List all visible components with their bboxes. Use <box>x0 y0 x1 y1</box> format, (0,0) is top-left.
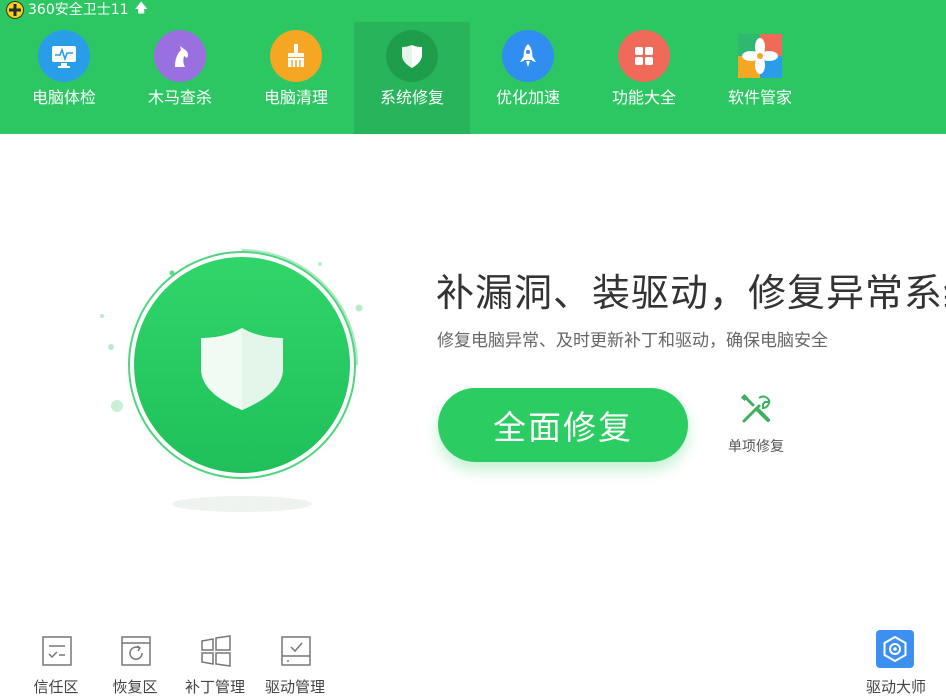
nav-item-trojan-scan[interactable]: 木马查杀 <box>122 22 238 134</box>
driver-master-label: 驱动大师 <box>865 678 926 696</box>
nav-item-software-manager[interactable]: 软件管家 <box>702 22 818 134</box>
single-repair-label: 单项修复 <box>728 439 784 455</box>
nav-label: 软件管家 <box>727 88 792 107</box>
nav-label: 优化加速 <box>495 88 560 107</box>
horse-icon <box>154 30 206 82</box>
single-repair-button[interactable]: 单项修复 <box>720 392 792 456</box>
nav-item-system-repair[interactable]: 系统修复 <box>354 22 470 134</box>
nav-item-speedup[interactable]: 优化加速 <box>470 22 586 134</box>
broom-icon <box>270 30 322 82</box>
full-repair-button[interactable]: 全面修复 <box>438 388 688 462</box>
bottom-tool-label: 信任区 <box>33 678 79 696</box>
driver-icon <box>281 636 311 666</box>
repair-shield-illustration <box>100 242 367 512</box>
bottom-tool-label: 恢复区 <box>112 678 158 696</box>
bottom-tool-label: 驱动管理 <box>264 678 325 696</box>
monitor-icon <box>38 30 90 82</box>
driver-master-button[interactable]: 驱动大师 <box>856 630 936 696</box>
nav-label: 功能大全 <box>611 88 676 107</box>
grid-icon <box>618 30 670 82</box>
nav-item-checkup[interactable]: 电脑体检 <box>6 22 122 134</box>
title-bar: 360安全卫士11 🡅 <box>6 0 148 20</box>
update-arrow-icon[interactable]: 🡅 <box>135 0 148 21</box>
nav-item-cleanup[interactable]: 电脑清理 <box>238 22 354 134</box>
app-logo-icon <box>6 1 24 19</box>
rocket-icon <box>502 30 554 82</box>
tools-icon <box>740 393 771 423</box>
top-bar: 360安全卫士11 🡅 电脑体检 木马查杀 电脑清理 系统修复 优化加速 功能大… <box>0 0 946 134</box>
patch-management-button[interactable]: 补丁管理 <box>175 634 255 696</box>
driver-management-button[interactable]: 驱动管理 <box>255 634 335 696</box>
windows-icon <box>201 635 231 667</box>
app-title: 360安全卫士11 <box>28 2 129 18</box>
restore-icon <box>121 636 151 666</box>
shield-icon <box>386 30 438 82</box>
nav-item-features[interactable]: 功能大全 <box>586 22 702 134</box>
page-subtitle: 修复电脑异常、及时更新补丁和驱动，确保电脑安全 <box>437 331 828 351</box>
page-headline: 补漏洞、装驱动，修复异常系统 <box>436 271 946 315</box>
flower-icon <box>734 30 786 82</box>
restore-zone-button[interactable]: 恢复区 <box>95 634 175 696</box>
bottom-tool-label: 补丁管理 <box>184 678 245 696</box>
nav-label: 电脑清理 <box>263 88 328 107</box>
nav-label: 系统修复 <box>379 88 444 107</box>
main-nav: 电脑体检 木马查杀 电脑清理 系统修复 优化加速 功能大全 软件管家 <box>6 22 818 134</box>
nav-label: 电脑体检 <box>31 88 96 107</box>
gear-hex-icon <box>876 630 914 668</box>
trust-list-icon <box>42 636 72 666</box>
trust-zone-button[interactable]: 信任区 <box>16 634 96 696</box>
nav-label: 木马查杀 <box>147 88 212 107</box>
